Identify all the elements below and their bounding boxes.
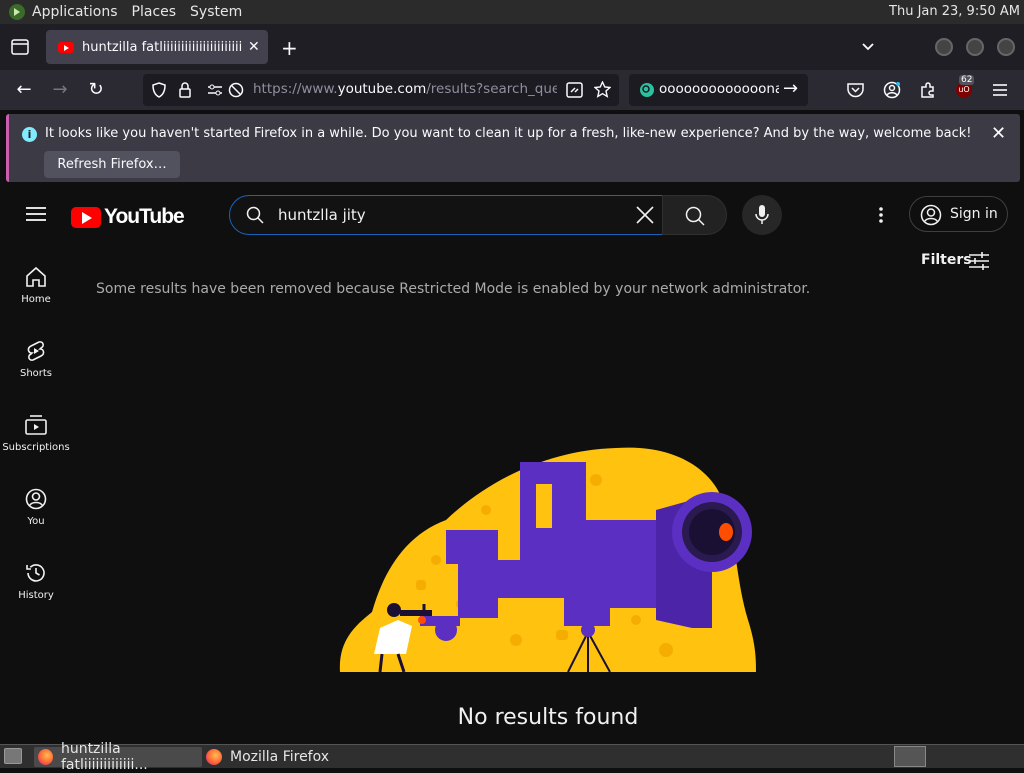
clear-search-icon[interactable]: [636, 206, 654, 224]
search-bar[interactable]: ooooooooooooonan →: [629, 74, 808, 106]
sidebar-item-label: Home: [21, 294, 51, 305]
no-results-illustration: [339, 447, 756, 673]
youtube-search-button[interactable]: [662, 195, 727, 235]
search-engine-icon[interactable]: [639, 82, 655, 98]
tab-title: huntzilla fatliiiiiiiiiiiiiiiiiiiiiii: [82, 39, 242, 55]
search-input-icon: [246, 206, 264, 224]
bookmark-star-icon[interactable]: [594, 81, 611, 98]
shorts-icon: [27, 341, 45, 361]
more-options-icon[interactable]: [878, 206, 884, 224]
permissions-icon[interactable]: [207, 83, 223, 97]
gnome-foot-icon[interactable]: [8, 3, 26, 21]
lock-icon[interactable]: [179, 82, 191, 98]
url-text[interactable]: https://www.youtube.com/results?search_q…: [253, 81, 557, 97]
youtube-favicon-icon: [58, 41, 74, 53]
places-menu[interactable]: Places: [132, 4, 177, 20]
sidebar-item-label: You: [27, 516, 45, 527]
firefox-icon: [38, 749, 53, 765]
youtube-logo[interactable]: YouTube: [71, 205, 185, 229]
maximize-icon[interactable]: [966, 38, 984, 56]
notification-close-icon[interactable]: ✕: [991, 123, 1006, 144]
taskbar-item-firefox[interactable]: Mozilla Firefox: [206, 747, 329, 767]
sidebar-item-shorts[interactable]: Shorts: [0, 326, 72, 400]
sidebar-item-label: History: [18, 590, 54, 601]
nav-bar: ← → ↻ https://www.youtube.com/results?se…: [0, 70, 1024, 110]
notification-message: It looks like you haven't started Firefo…: [45, 126, 972, 141]
restricted-mode-notice: Some results have been removed because R…: [96, 281, 811, 297]
youtube-play-icon: [71, 206, 101, 228]
taskbar: huntzilla fatliiiiiiiiiiiii... Mozilla F…: [0, 741, 1024, 773]
hamburger-menu-icon[interactable]: [992, 83, 1008, 97]
sidebar-item-label: Shorts: [19, 368, 53, 379]
home-icon: [26, 266, 46, 287]
sign-in-label: Sign in: [950, 206, 998, 222]
microphone-icon: [755, 205, 769, 224]
sign-in-button[interactable]: Sign in: [909, 196, 1008, 232]
youtube-wordmark: YouTube: [104, 205, 185, 228]
guide-menu-icon[interactable]: [26, 206, 46, 222]
youtube-search-input[interactable]: huntzlla jity: [229, 195, 663, 235]
clock[interactable]: Thu Jan 23, 9:50 AM: [889, 4, 1020, 19]
refresh-notification: i It looks like you haven't started Fire…: [6, 114, 1020, 182]
search-icon: [685, 206, 705, 226]
history-icon: [26, 564, 45, 582]
url-bar[interactable]: https://www.youtube.com/results?search_q…: [143, 74, 619, 106]
system-menu[interactable]: System: [190, 4, 242, 20]
workspace-switcher[interactable]: [894, 746, 926, 767]
tab-close-icon[interactable]: ✕: [248, 39, 260, 55]
filters-label: Filters: [921, 252, 972, 268]
sidebar-item-label: Subscriptions: [2, 442, 70, 453]
applications-menu[interactable]: Applications: [32, 4, 118, 20]
reload-icon[interactable]: ↻: [84, 78, 108, 102]
forward-icon[interactable]: →: [48, 78, 72, 102]
extensions-icon[interactable]: [919, 81, 937, 99]
user-circle-icon: [920, 204, 942, 226]
autoplay-blocked-icon[interactable]: [228, 82, 244, 98]
no-results-heading: No results found: [457, 705, 639, 730]
tab-youtube[interactable]: huntzilla fatliiiiiiiiiiiiiiiiiiiiiii ✕: [46, 30, 268, 64]
list-tabs-chevron-icon[interactable]: [861, 42, 875, 52]
sidebar-item-home[interactable]: Home: [0, 252, 72, 326]
new-tab-icon[interactable]: +: [281, 36, 298, 60]
top-panel: Applications Places System Thu Jan 23, 9…: [0, 0, 1024, 24]
close-window-icon[interactable]: [997, 38, 1015, 56]
taskbar-item-youtube-window[interactable]: huntzilla fatliiiiiiiiiiiii...: [34, 741, 202, 773]
show-desktop-icon[interactable]: [4, 748, 22, 764]
subscriptions-icon: [25, 415, 47, 435]
taskbar-item-label: Mozilla Firefox: [230, 749, 330, 765]
refresh-firefox-button[interactable]: Refresh Firefox…: [44, 151, 180, 178]
back-icon[interactable]: ←: [12, 78, 36, 102]
sidebar-item-history[interactable]: History: [0, 548, 72, 622]
firefox-icon: [206, 749, 222, 765]
reader-view-icon[interactable]: [566, 82, 583, 98]
pocket-icon[interactable]: [847, 82, 864, 98]
search-query-text[interactable]: huntzlla jity: [278, 206, 366, 224]
taskbar-item-label: huntzilla fatliiiiiiiiiiiii...: [60, 741, 148, 773]
voice-search-button[interactable]: [742, 195, 782, 235]
firefox-view-icon[interactable]: [11, 39, 29, 55]
filters-button[interactable]: Filters: [921, 252, 989, 270]
tab-bar: huntzilla fatliiiiiiiiiiiiiiiiiiiiiii ✕ …: [0, 24, 1024, 70]
youtube-header: YouTube huntzlla jity Sign in: [0, 186, 1024, 244]
minimize-icon[interactable]: [935, 38, 953, 56]
sidebar-item-you[interactable]: You: [0, 474, 72, 548]
tracking-shield-icon[interactable]: [152, 82, 166, 98]
search-bar-text[interactable]: ooooooooooooonan: [659, 81, 779, 97]
you-icon: [25, 488, 47, 510]
search-go-arrow-icon[interactable]: →: [783, 78, 798, 99]
info-icon: i: [22, 127, 37, 142]
filters-sliders-icon: [969, 252, 989, 270]
sidebar-item-subscriptions[interactable]: Subscriptions: [0, 400, 72, 474]
account-icon[interactable]: [883, 81, 901, 99]
ublock-badge: 62: [959, 75, 975, 85]
